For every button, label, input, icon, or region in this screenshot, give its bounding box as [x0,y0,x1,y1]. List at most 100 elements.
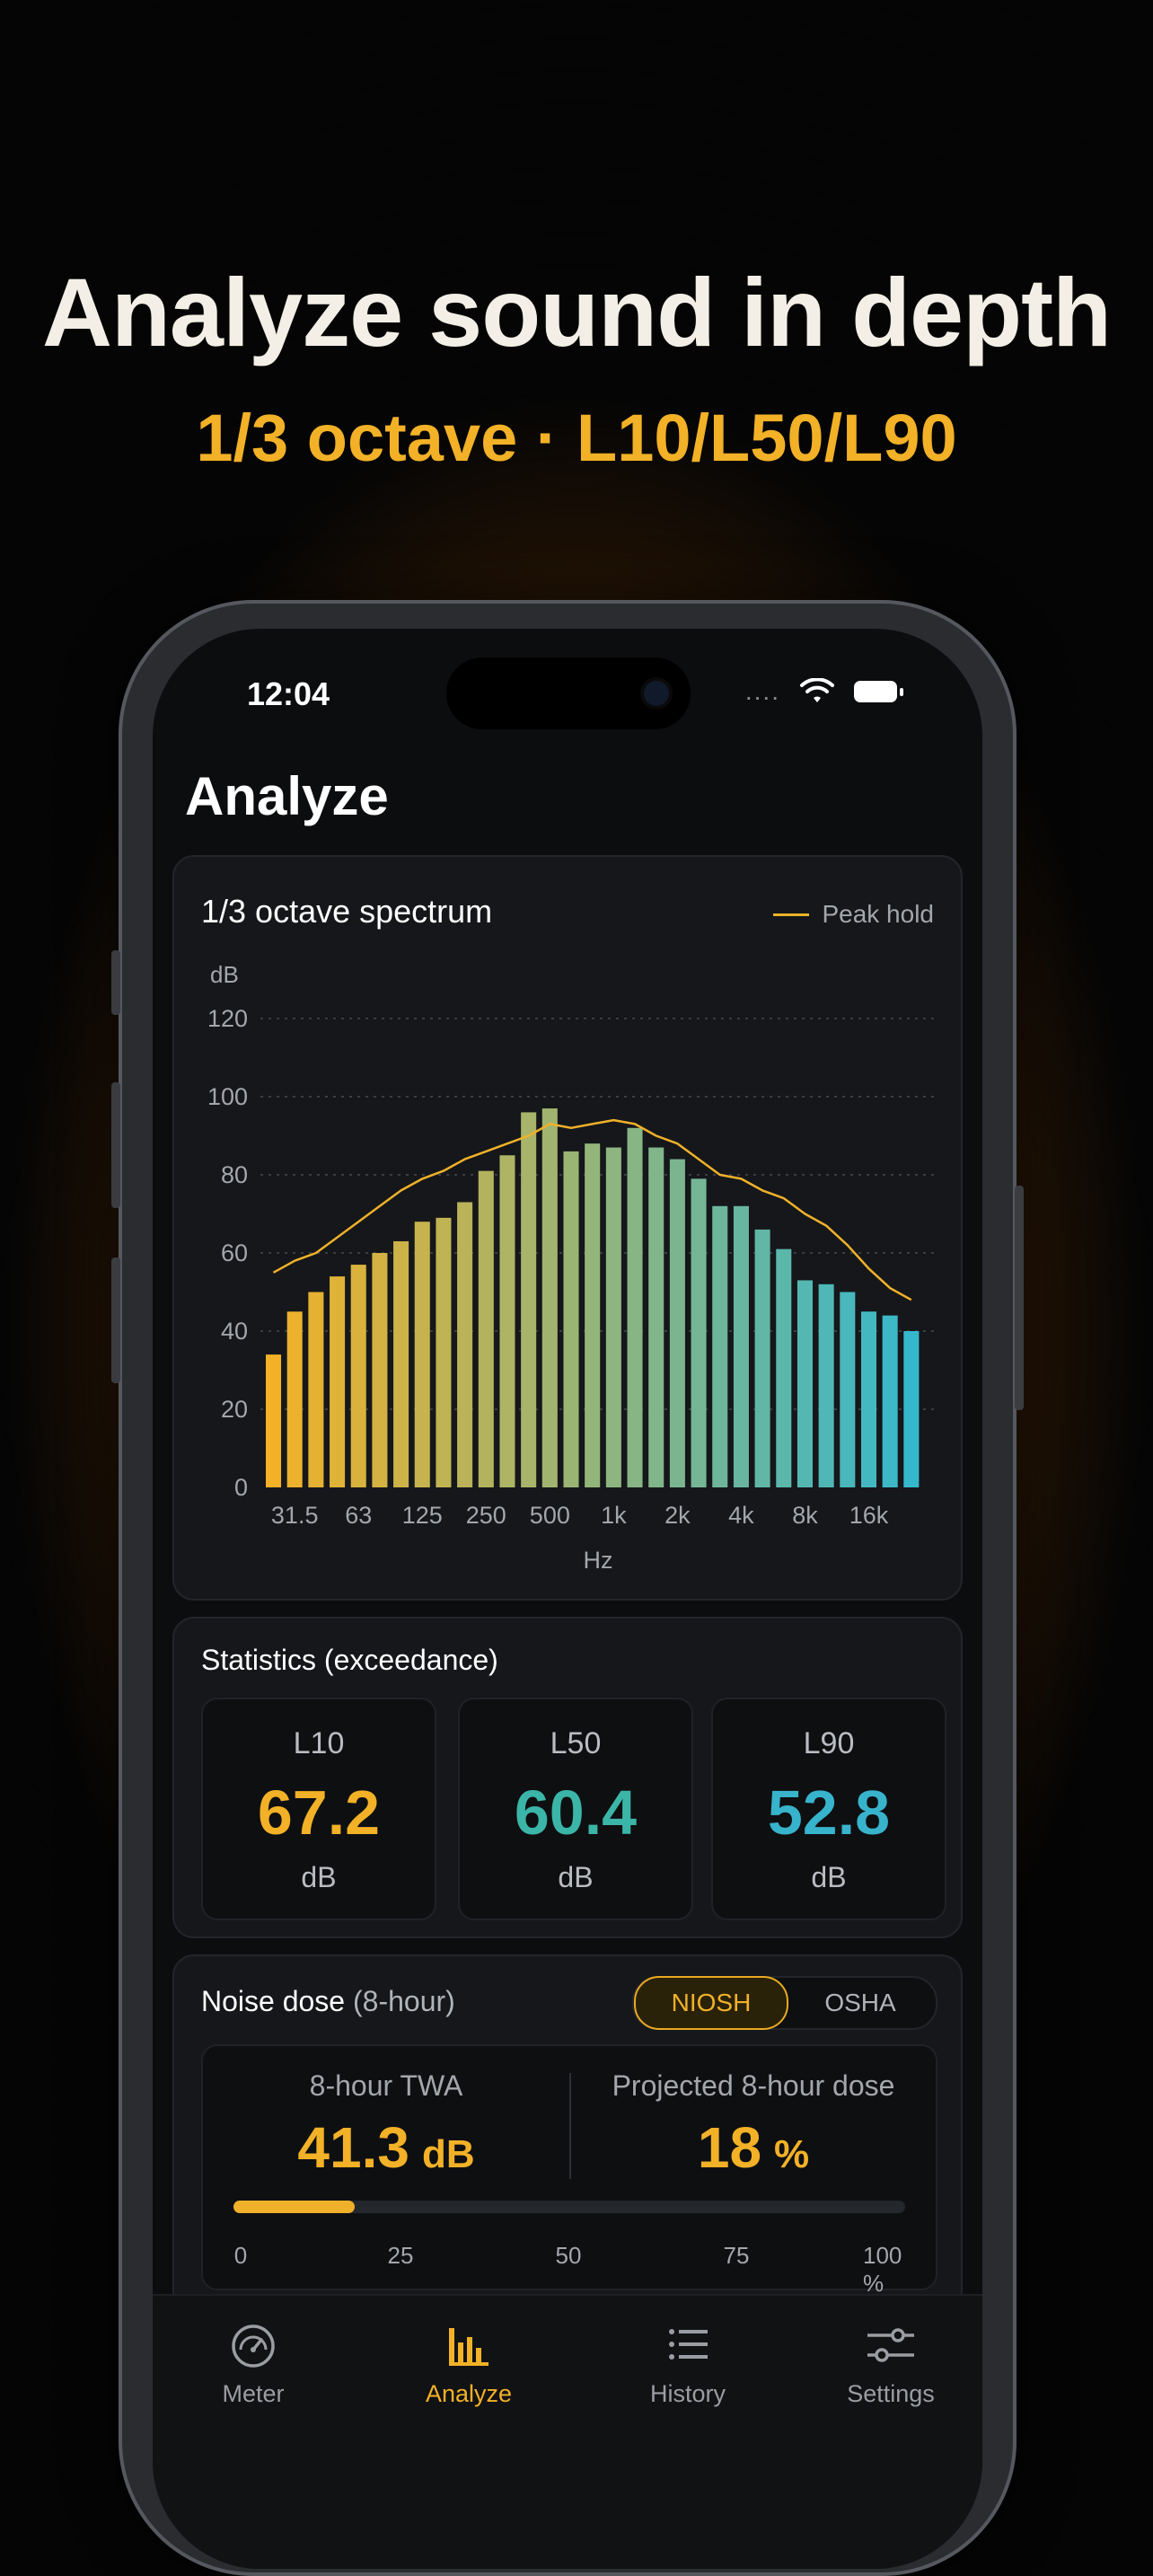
list-icon [669,2329,708,2360]
dose-scale-tick: 0 [233,2242,248,2269]
stat-value: 67.2 [257,1778,381,1848]
dose-number: 18 [697,2115,762,2180]
stat-value: 60.4 [514,1778,638,1848]
spectrum-bar [393,1240,409,1487]
spectrum-bar [840,1292,856,1487]
camera-icon [644,681,669,706]
tab-bar: Meter Analyze History Settings [153,2294,982,2569]
spectrum-bar [563,1151,579,1487]
y-tick-label: 60 [221,1239,248,1266]
spectrum-chart: dB 0 20 40 60 80 100 120 31.5 63 125 250 500 1k 2k 4k 8k… [207,961,936,1574]
statistics-card: Statistics (exceedance) L10 67.2 dB L50 … [172,1617,963,1938]
y-tick-label: 100 [207,1083,248,1110]
stat-box-l50: L50 60.4 dB [458,1698,693,1920]
stat-label: L10 [293,1726,345,1760]
dose-unit: % [774,2132,810,2176]
dose-value: 18% [571,2114,936,2181]
gauge-icon [232,2325,275,2368]
status-icons: .... [744,677,903,706]
phone-screen: 12:04 .... Analyze 1/3 octave spectrum P… [153,629,982,2569]
spectrum-bar [903,1331,920,1487]
noise-dose-card: Noise dose (8-hour) NIOSH OSHA 8-hour TW… [172,1954,963,2335]
phone-volume-up-button [111,1082,120,1208]
dose-scale-tick: 75 [723,2242,750,2269]
spectrum-bar [350,1265,366,1487]
spectrum-bar [648,1147,665,1487]
y-tick-label: 120 [207,1005,248,1032]
tab-analyze[interactable]: Analyze [397,2323,541,2408]
dose-progress-track [233,2201,905,2213]
wifi-icon [800,678,834,702]
spectrum-bar [797,1280,813,1487]
spectrum-card: 1/3 octave spectrum Peak hold dB 0 20 40 60 8… [172,855,963,1601]
stat-box-l90: L90 52.8 dB [711,1698,946,1920]
x-tick-label: 2k [665,1502,691,1529]
x-tick-label: 16k [849,1502,889,1529]
spectrum-bar [605,1147,621,1487]
dose-scale-tick: 25 [387,2242,414,2269]
dose-progress-fill [233,2201,355,2213]
x-tick-label: 63 [345,1502,372,1529]
spectrum-bar [627,1127,643,1487]
y-axis-unit-label: dB [210,961,239,988]
x-tick-label: 1k [601,1502,627,1529]
spectrum-bar [308,1292,324,1487]
y-tick-label: 80 [221,1161,248,1188]
dose-label: Projected 8-hour dose [612,2069,895,2102]
noise-dose-title-main: Noise dose [201,1985,346,2017]
twa-label: 8-hour TWA [309,2069,463,2102]
spectrum-bar [521,1112,537,1487]
spectrum-bar [330,1276,346,1487]
y-tick-label: 40 [221,1318,248,1345]
subheadline: 1/3 octave · L10/L50/L90 [196,401,957,475]
x-tick-label: 500 [530,1502,570,1529]
screen-title: Analyze [185,766,389,826]
battery-icon [854,681,903,702]
phone-side-button [1015,1186,1024,1410]
spectrum-bar [669,1159,685,1487]
spectrum-bar [754,1229,770,1487]
spectrum-bar [712,1205,728,1487]
osha-option[interactable]: OSHA [785,1978,936,2028]
stat-box-l10: L10 67.2 dB [201,1698,436,1920]
cellular-icon: .... [744,677,780,705]
tab-settings[interactable]: Settings [819,2323,963,2408]
tab-label: Analyze [425,2380,513,2407]
dose-scale-tick: 100 % [863,2242,902,2297]
spectrum-bar [585,1143,601,1487]
niosh-option[interactable]: NIOSH [634,1976,788,2030]
x-axis-label: Hz [584,1547,613,1574]
spectrum-bar [478,1170,494,1487]
spectrum-bar [499,1155,515,1487]
bar-chart-icon [449,2328,488,2366]
twa-number: 41.3 [297,2115,409,2180]
spectrum-bar [882,1315,898,1487]
tab-meter[interactable]: Meter [181,2323,325,2408]
spectrum-bar [818,1284,834,1487]
spectrum-bar [266,1354,282,1487]
spectrum-bar [691,1178,707,1487]
x-tick-label: 31.5 [271,1502,319,1529]
spectrum-bar [541,1108,558,1487]
spectrum-bar [860,1311,877,1487]
dynamic-island [446,657,691,729]
x-tick-label: 4k [728,1502,754,1529]
spectrum-bar [457,1202,473,1487]
spectrum-bar [414,1222,430,1487]
stat-value: 52.8 [767,1778,891,1848]
twa-value: 41.3 dB [203,2114,569,2181]
x-tick-label: 250 [466,1502,506,1529]
y-tick-label: 0 [234,1474,248,1501]
twa-unit: dB [421,2132,475,2176]
stat-unit: dB [811,1861,847,1893]
sliders-icon [867,2328,914,2362]
stat-unit: dB [301,1861,337,1893]
tab-label: History [649,2380,726,2407]
standard-toggle: NIOSH OSHA [632,1976,937,2030]
statistics-title: Statistics (exceedance) [201,1644,498,1676]
spectrum-bar [286,1311,303,1487]
dose-scale-tick: 50 [555,2242,582,2269]
tab-history[interactable]: History [616,2323,760,2408]
noise-dose-title-suffix: (8-hour) [352,1985,455,2017]
status-time: 12:04 [247,675,330,712]
